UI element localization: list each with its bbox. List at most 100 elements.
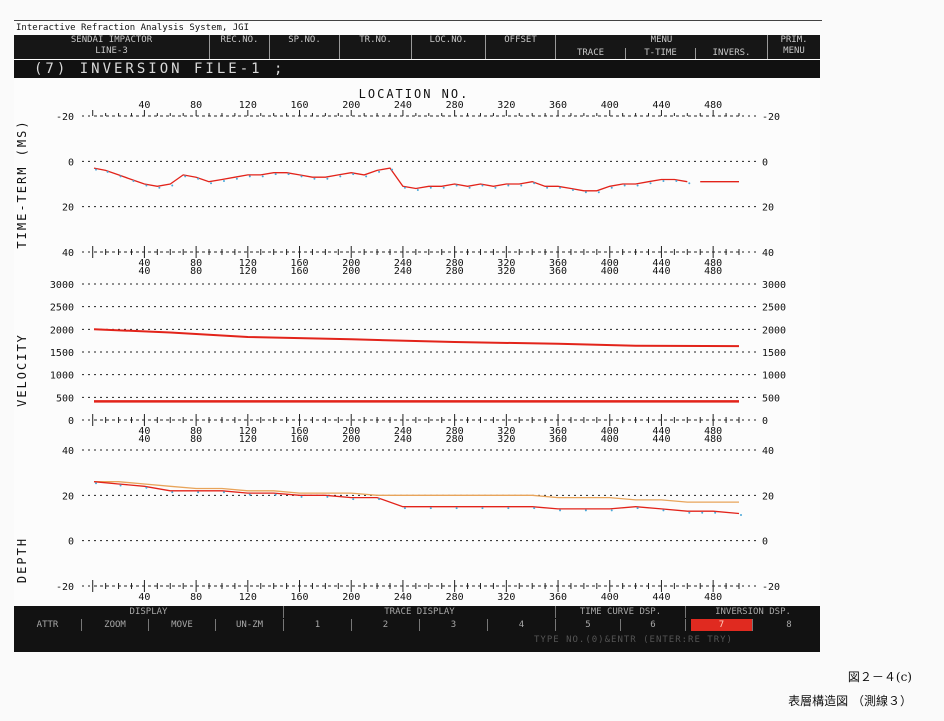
x-tick-label: 200 bbox=[342, 434, 360, 445]
x-tick-label: 80 bbox=[190, 266, 202, 277]
x-tick-label: 160 bbox=[290, 266, 308, 277]
time-term-point bbox=[106, 170, 109, 173]
y-tick-label-right: 40 bbox=[762, 446, 774, 457]
tr-no-field[interactable]: TR.NO. bbox=[340, 35, 412, 59]
depth-point bbox=[222, 491, 225, 494]
depth-point bbox=[274, 493, 277, 496]
time-term-point bbox=[339, 175, 342, 178]
x-tick-label: 200 bbox=[342, 100, 360, 111]
depth-point bbox=[145, 486, 148, 489]
y-tick-label-left: 1000 bbox=[50, 371, 74, 382]
velocity-ylabel: VELOCITY bbox=[15, 333, 29, 407]
time-curve-6-button[interactable]: 6 bbox=[621, 619, 686, 631]
time-term-point bbox=[352, 173, 355, 176]
figure-title: 表層構造図 （測線３） bbox=[788, 694, 912, 708]
menu-invers[interactable]: INVERS. bbox=[696, 48, 768, 59]
y-tick-label-right: 2000 bbox=[762, 325, 786, 336]
x-tick-label: 280 bbox=[446, 434, 464, 445]
rec-no-field[interactable]: REC.NO. bbox=[210, 35, 270, 59]
prim-menu-button[interactable]: PRIM. MENU bbox=[768, 35, 820, 59]
time-term-point bbox=[623, 184, 626, 187]
y-tick-label-left: 0 bbox=[68, 416, 74, 427]
section-time-curve: TIME CURVE DSP. bbox=[556, 606, 686, 618]
zoom-button[interactable]: ZOOM bbox=[82, 619, 149, 631]
file-title: (7) INVERSION FILE-1 ; bbox=[34, 61, 286, 77]
time-term-point bbox=[248, 175, 251, 178]
move-button[interactable]: MOVE bbox=[149, 619, 216, 631]
x-tick-label: 200 bbox=[342, 592, 360, 603]
x-tick-label: 400 bbox=[601, 434, 619, 445]
depth-point bbox=[714, 511, 717, 514]
trace-2-button[interactable]: 2 bbox=[352, 619, 420, 631]
x-tick-label: 320 bbox=[497, 434, 515, 445]
time-term-point bbox=[559, 186, 562, 189]
x-tick-label: 320 bbox=[497, 592, 515, 603]
x-tick-label: 240 bbox=[394, 592, 412, 603]
time-term-point bbox=[313, 177, 316, 180]
y-tick-label-right: 2500 bbox=[762, 303, 786, 314]
loc-no-field[interactable]: LOC.NO. bbox=[412, 35, 486, 59]
unzoom-button[interactable]: UN-ZM bbox=[216, 619, 284, 631]
depth-point bbox=[740, 513, 742, 516]
time-term-point bbox=[132, 179, 135, 182]
x-tick-label: 40 bbox=[138, 592, 150, 603]
screen: Interactive Refraction Analysis System, … bbox=[14, 20, 822, 652]
x-tick-label: 440 bbox=[652, 592, 670, 603]
time-term-ylabel: TIME-TERM (MS) bbox=[15, 119, 29, 248]
time-term-point bbox=[378, 170, 381, 173]
x-tick-label: 400 bbox=[601, 592, 619, 603]
x-tick-label: 80 bbox=[190, 592, 202, 603]
sp-no-field[interactable]: SP.NO. bbox=[270, 35, 340, 59]
inversion-7-button[interactable]: 7 bbox=[691, 619, 753, 631]
time-term-point bbox=[494, 186, 497, 189]
y-tick-label-left: -20 bbox=[56, 112, 74, 123]
time-term-point bbox=[274, 173, 277, 176]
job-name: SENDAI IMPACTOR LINE-3 bbox=[14, 35, 210, 59]
x-tick-label: 360 bbox=[549, 100, 567, 111]
header-bar: SENDAI IMPACTOR LINE-3 REC.NO. SP.NO. TR… bbox=[14, 35, 820, 59]
x-tick-label: 360 bbox=[549, 592, 567, 603]
depth-point bbox=[378, 498, 381, 501]
time-term-point bbox=[468, 186, 471, 189]
app-title: Interactive Refraction Analysis System, … bbox=[14, 20, 822, 35]
y-tick-label-left: -20 bbox=[56, 582, 74, 593]
depth-surface-line bbox=[94, 481, 739, 503]
time-term-point bbox=[416, 189, 419, 192]
y-tick-label-left: 0 bbox=[68, 157, 74, 168]
trace-3-button[interactable]: 3 bbox=[420, 619, 488, 631]
x-tick-label: 280 bbox=[446, 100, 464, 111]
y-tick-label-right: 500 bbox=[762, 393, 780, 404]
time-term-point bbox=[675, 179, 678, 182]
x-tick-label: 240 bbox=[394, 434, 412, 445]
depth-ylabel: DEPTH bbox=[15, 537, 29, 583]
offset-field[interactable]: OFFSET bbox=[486, 35, 556, 59]
x-tick-label: 320 bbox=[497, 100, 515, 111]
depth-point bbox=[171, 491, 174, 494]
y-tick-label-right: 0 bbox=[762, 157, 768, 168]
trace-1-button[interactable]: 1 bbox=[284, 619, 352, 631]
figure-number: 図２－４(c) bbox=[847, 670, 912, 684]
time-term-point bbox=[481, 184, 484, 187]
trace-4-button[interactable]: 4 bbox=[488, 619, 556, 631]
inversion-plots[interactable]: LOCATION NO. -20 -20 0 0 20 20 40 40 40 80 120 160 2… bbox=[14, 80, 820, 610]
menu-t-time[interactable]: T-TIME bbox=[626, 48, 696, 59]
x-tick-label: 240 bbox=[394, 100, 412, 111]
y-tick-label-right: 3000 bbox=[762, 280, 786, 291]
time-term-point bbox=[636, 184, 639, 187]
menu-trace[interactable]: TRACE bbox=[556, 48, 626, 59]
x-tick-label: 320 bbox=[497, 266, 515, 277]
inversion-8-button[interactable]: 8 bbox=[758, 619, 820, 631]
time-term-point bbox=[184, 175, 187, 178]
y-tick-label-left: 500 bbox=[56, 393, 74, 404]
y-tick-label-right: 0 bbox=[762, 537, 768, 548]
time-term-point bbox=[610, 186, 613, 189]
y-tick-label-left: 2000 bbox=[50, 325, 74, 336]
file-line: (7) INVERSION FILE-1 ; bbox=[14, 60, 820, 78]
time-term-point bbox=[197, 177, 200, 180]
x-tick-label: 160 bbox=[290, 592, 308, 603]
attr-button[interactable]: ATTR bbox=[14, 619, 82, 631]
x-tick-label: 440 bbox=[652, 266, 670, 277]
y-tick-label-left: 40 bbox=[62, 248, 74, 259]
time-curve-5-button[interactable]: 5 bbox=[556, 619, 621, 631]
time-term-point bbox=[546, 186, 549, 189]
